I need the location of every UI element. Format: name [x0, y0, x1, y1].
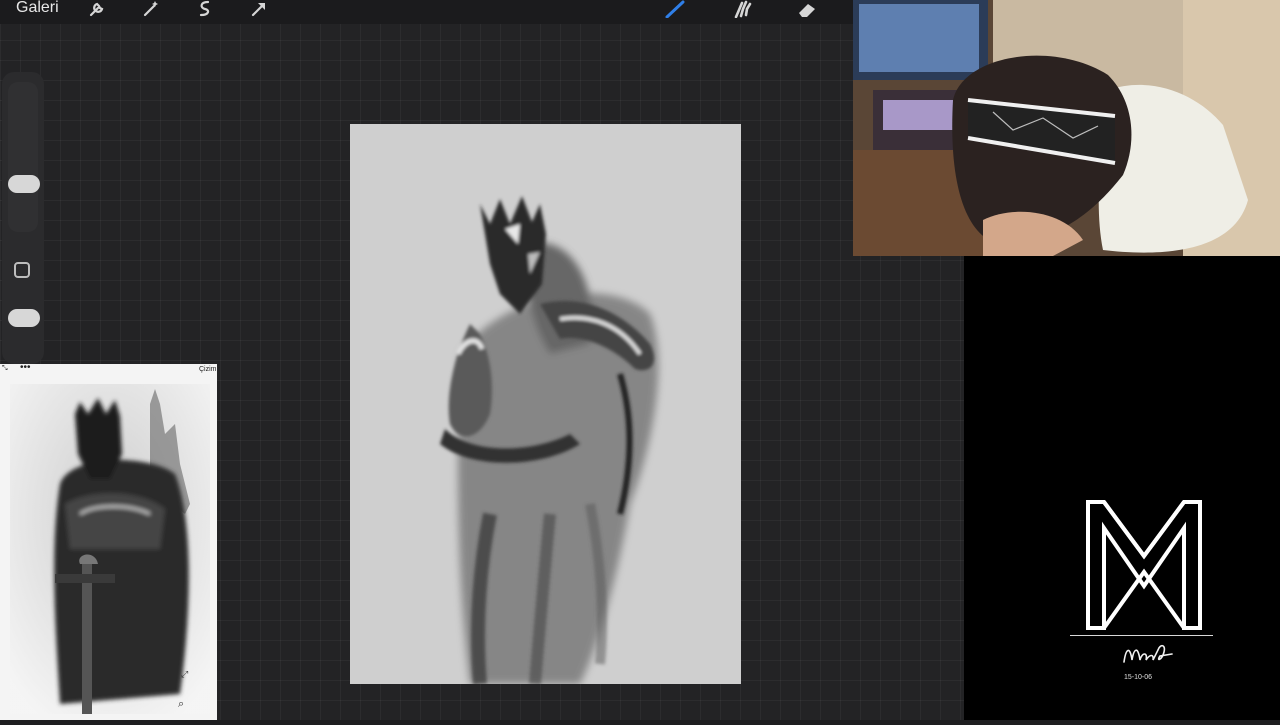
drawing-canvas[interactable]	[350, 124, 741, 685]
modify-button[interactable]	[14, 262, 30, 278]
selection-icon[interactable]	[194, 0, 216, 18]
knight-sketch	[440, 196, 659, 685]
brush-size-slider[interactable]	[8, 82, 38, 232]
left-sidebar	[2, 72, 44, 364]
expand-icon[interactable]: ⤡	[2, 365, 8, 373]
webcam-overlay	[853, 0, 1280, 256]
magic-wand-icon[interactable]	[140, 0, 162, 18]
smudge-icon[interactable]	[731, 0, 753, 18]
resize-icon[interactable]: ⤢	[180, 670, 188, 680]
opacity-thumb[interactable]	[8, 309, 40, 327]
signature-line	[1070, 635, 1213, 636]
zoom-icon[interactable]: ⌕	[178, 697, 184, 710]
eraser-icon[interactable]	[796, 0, 818, 18]
brush-icon[interactable]	[664, 0, 686, 18]
signature-date: 15-10-06	[1124, 674, 1153, 681]
more-options-icon[interactable]: •••	[20, 364, 31, 373]
webcam-feed-image	[853, 0, 1280, 256]
reference-title: Çizim	[199, 366, 217, 373]
wrench-icon[interactable]	[86, 0, 108, 18]
reference-panel[interactable]: ⤡ ••• Çizim ⤢ ⌕	[0, 364, 217, 720]
top-toolbar: Galeri	[0, 0, 964, 24]
transform-arrow-icon[interactable]	[248, 0, 270, 18]
signature-image	[1123, 644, 1173, 663]
knight-reference-image: ⤢ ⌕	[10, 384, 210, 714]
brush-size-thumb[interactable]	[8, 175, 40, 193]
gallery-button[interactable]: Galeri	[16, 0, 59, 17]
brand-panel: 15-10-06	[964, 256, 1280, 720]
